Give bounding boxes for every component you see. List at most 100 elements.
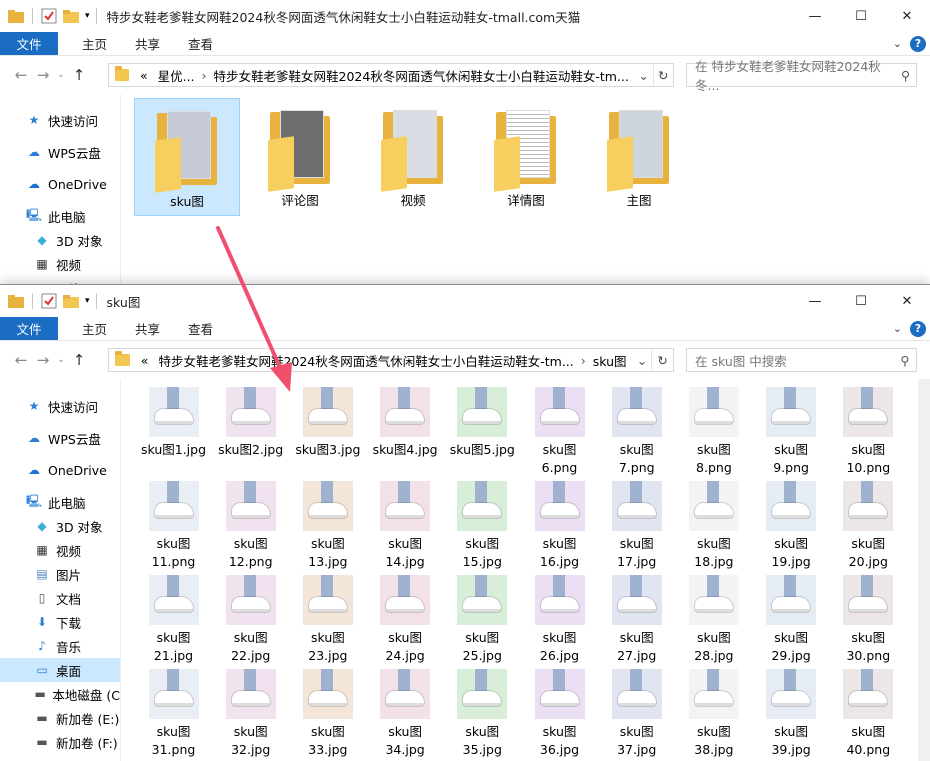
- minimize-button[interactable]: —: [792, 285, 838, 317]
- file-item[interactable]: sku图 25.jpg: [444, 575, 521, 665]
- pane-divider[interactable]: [120, 94, 121, 290]
- file-item[interactable]: sku图 39.jpg: [753, 669, 830, 759]
- address-dropdown-chevron-icon[interactable]: ⌄: [633, 67, 653, 83]
- sidebar-item-wps-cloud[interactable]: ☁ WPS云盘: [0, 426, 120, 450]
- title-bar[interactable]: ▾ 特步女鞋老爹鞋女网鞋2024秋冬网面透气休闲鞋女士小白鞋运动鞋女-tmall…: [0, 0, 930, 32]
- maximize-button[interactable]: ☐: [838, 0, 884, 32]
- sidebar-item-videos[interactable]: ▦ 视频: [0, 538, 120, 562]
- file-item[interactable]: sku图 9.png: [753, 387, 830, 477]
- file-item[interactable]: sku图 16.jpg: [521, 481, 598, 571]
- recent-locations-chevron-icon[interactable]: ⌄: [54, 70, 68, 80]
- tab-view[interactable]: 查看: [174, 317, 227, 340]
- file-item[interactable]: sku图4.jpg: [367, 387, 444, 459]
- file-item[interactable]: sku图 24.jpg: [367, 575, 444, 665]
- tab-home[interactable]: 主页: [68, 317, 121, 340]
- file-item[interactable]: sku图 12.png: [212, 481, 289, 571]
- file-item[interactable]: sku图 29.jpg: [753, 575, 830, 665]
- sidebar-item-quick-access[interactable]: ★ 快速访问: [0, 394, 120, 418]
- expand-ribbon-chevron-icon[interactable]: ⌄: [893, 37, 902, 50]
- properties-icon[interactable]: [41, 8, 57, 24]
- sidebar-item-downloads[interactable]: ⬇ 下载: [0, 610, 120, 634]
- folder-item-videos[interactable]: 视频: [360, 98, 466, 216]
- title-bar[interactable]: ▾ sku图 — ☐ ✕: [0, 285, 930, 317]
- sidebar-item-this-pc[interactable]: 🖳 此电脑: [0, 490, 120, 514]
- folder-item-sku[interactable]: sku图: [134, 98, 240, 216]
- recent-locations-chevron-icon[interactable]: ⌄: [54, 355, 68, 365]
- folder-item-details[interactable]: 详情图: [473, 98, 579, 216]
- search-icon[interactable]: ⚲: [895, 68, 916, 83]
- close-button[interactable]: ✕: [884, 0, 930, 32]
- file-item[interactable]: sku图3.jpg: [289, 387, 366, 459]
- file-item[interactable]: sku图 11.png: [135, 481, 212, 571]
- file-item[interactable]: sku图 20.jpg: [830, 481, 907, 571]
- file-item[interactable]: sku图 27.jpg: [598, 575, 675, 665]
- file-item[interactable]: sku图 36.jpg: [521, 669, 598, 759]
- folder-item-reviews[interactable]: 评论图: [247, 98, 353, 216]
- tab-share[interactable]: 共享: [121, 317, 174, 340]
- tab-file[interactable]: 文件: [0, 317, 58, 340]
- breadcrumb-chevron-icon[interactable]: ›: [581, 353, 586, 368]
- pane-divider[interactable]: [120, 379, 121, 761]
- file-item[interactable]: sku图 38.jpg: [675, 669, 752, 759]
- new-folder-icon[interactable]: [63, 9, 79, 23]
- address-dropdown-chevron-icon[interactable]: ⌄: [631, 352, 652, 368]
- vertical-scrollbar[interactable]: [918, 379, 930, 761]
- breadcrumb-segment-1[interactable]: 星优...: [158, 66, 195, 85]
- file-item[interactable]: sku图 30.png: [830, 575, 907, 665]
- tab-home[interactable]: 主页: [68, 32, 121, 55]
- file-item[interactable]: sku图 18.jpg: [675, 481, 752, 571]
- file-item[interactable]: sku图 31.png: [135, 669, 212, 759]
- folder-item-main[interactable]: 主图: [586, 98, 692, 216]
- expand-ribbon-chevron-icon[interactable]: ⌄: [893, 322, 902, 335]
- sidebar-item-documents[interactable]: ▯ 文档: [0, 586, 120, 610]
- file-item[interactable]: sku图 7.png: [598, 387, 675, 477]
- file-item[interactable]: sku图 32.jpg: [212, 669, 289, 759]
- up-arrow-icon[interactable]: ↑: [68, 66, 90, 84]
- search-box[interactable]: 在 sku图 中搜索 ⚲: [686, 348, 917, 372]
- file-item[interactable]: sku图5.jpg: [444, 387, 521, 459]
- sidebar-item-volume-f[interactable]: ▬ 新加卷 (F:): [0, 730, 120, 754]
- customize-toolbar-chevron-icon[interactable]: ▾: [85, 296, 90, 306]
- refresh-icon[interactable]: ↻: [651, 349, 673, 371]
- sidebar-item-3d-objects[interactable]: ◆ 3D 对象: [0, 514, 120, 538]
- sidebar-item-wps-cloud[interactable]: ☁ WPS云盘: [0, 140, 120, 164]
- sidebar-item-quick-access[interactable]: ★ 快速访问: [0, 108, 120, 132]
- file-item[interactable]: sku图 19.jpg: [753, 481, 830, 571]
- sidebar-item-videos[interactable]: ▦ 视频: [0, 252, 120, 276]
- sidebar-item-this-pc[interactable]: 🖳 此电脑: [0, 204, 120, 228]
- file-item[interactable]: sku图 21.jpg: [135, 575, 212, 665]
- maximize-button[interactable]: ☐: [838, 285, 884, 317]
- file-item[interactable]: sku图 22.jpg: [212, 575, 289, 665]
- file-item[interactable]: sku图1.jpg: [135, 387, 212, 459]
- breadcrumb-segment-2[interactable]: sku图: [593, 351, 627, 370]
- breadcrumb-segment-2[interactable]: 特步女鞋老爹鞋女网鞋2024秋冬网面透气休闲鞋女士小白鞋运动鞋女-tm...: [214, 66, 629, 85]
- file-item[interactable]: sku图 13.jpg: [289, 481, 366, 571]
- file-item[interactable]: sku图 37.jpg: [598, 669, 675, 759]
- help-icon[interactable]: ?: [910, 320, 926, 337]
- sidebar-item-music[interactable]: ♪ 音乐: [0, 634, 120, 658]
- customize-toolbar-chevron-icon[interactable]: ▾: [85, 11, 90, 21]
- file-item[interactable]: sku图 34.jpg: [367, 669, 444, 759]
- file-item[interactable]: sku图 33.jpg: [289, 669, 366, 759]
- address-bar[interactable]: « 星优... › 特步女鞋老爹鞋女网鞋2024秋冬网面透气休闲鞋女士小白鞋运动…: [108, 63, 674, 87]
- breadcrumb-chevron-icon[interactable]: ›: [202, 68, 207, 83]
- breadcrumb-overflow[interactable]: «: [140, 68, 148, 83]
- forward-arrow-icon[interactable]: →: [32, 351, 54, 369]
- search-icon[interactable]: ⚲: [894, 353, 916, 368]
- tab-file[interactable]: 文件: [0, 32, 58, 55]
- help-icon[interactable]: ?: [910, 35, 926, 52]
- breadcrumb-overflow[interactable]: «: [141, 353, 149, 368]
- sidebar-item-volume-e[interactable]: ▬ 新加卷 (E:): [0, 706, 120, 730]
- minimize-button[interactable]: —: [792, 0, 838, 32]
- sidebar-item-3d-objects[interactable]: ◆ 3D 对象: [0, 228, 120, 252]
- sidebar-item-onedrive[interactable]: ☁ OneDrive: [0, 172, 120, 196]
- tab-share[interactable]: 共享: [121, 32, 174, 55]
- close-button[interactable]: ✕: [884, 285, 930, 317]
- file-item[interactable]: sku图 26.jpg: [521, 575, 598, 665]
- address-bar[interactable]: « 特步女鞋老爹鞋女网鞋2024秋冬网面透气休闲鞋女士小白鞋运动鞋女-tm...…: [108, 348, 674, 372]
- file-item[interactable]: sku图 40.png: [830, 669, 907, 759]
- file-item[interactable]: sku图 8.png: [675, 387, 752, 477]
- breadcrumb-segment-1[interactable]: 特步女鞋老爹鞋女网鞋2024秋冬网面透气休闲鞋女士小白鞋运动鞋女-tm...: [158, 351, 573, 370]
- file-item[interactable]: sku图 10.png: [830, 387, 907, 477]
- up-arrow-icon[interactable]: ↑: [68, 351, 90, 369]
